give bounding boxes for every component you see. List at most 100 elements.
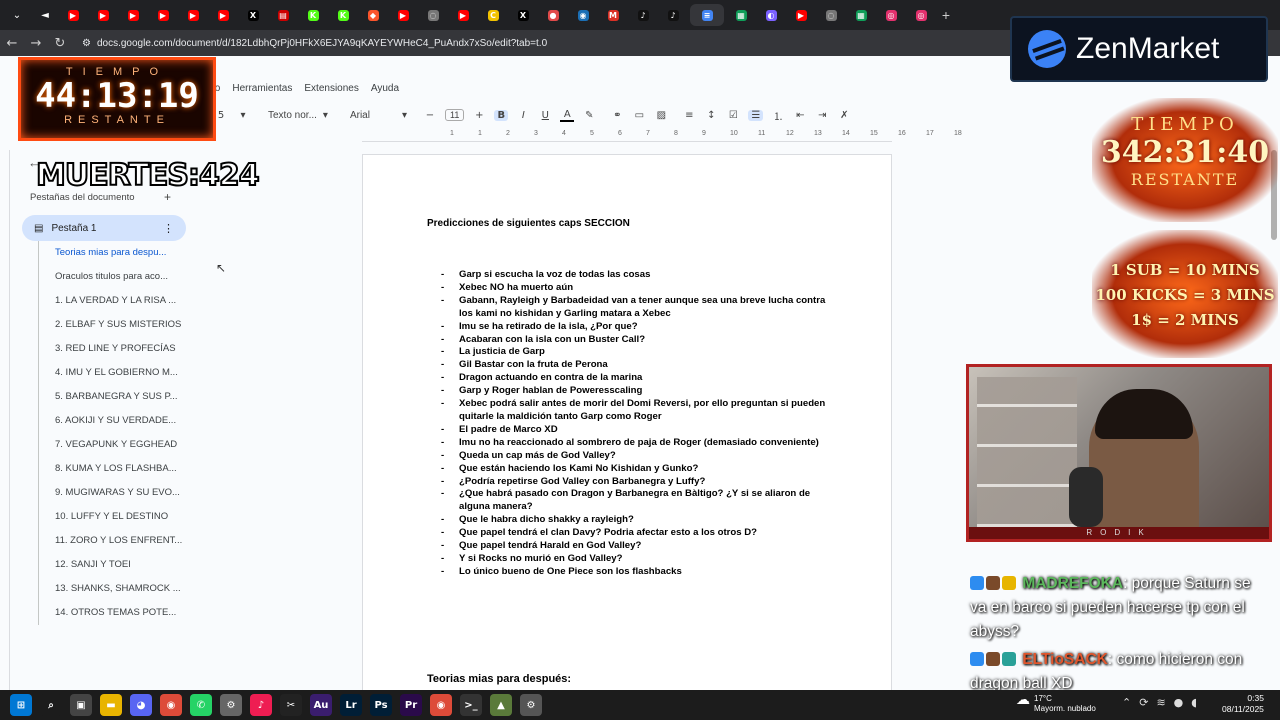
browser-tab[interactable]: M [600, 4, 626, 26]
browser-tab[interactable]: ▶ [90, 4, 116, 26]
browser-tab[interactable]: ♪ [660, 4, 686, 26]
text-color-icon[interactable]: A [560, 109, 575, 122]
bulleted-list-icon[interactable]: ☰ [748, 109, 764, 121]
list-item[interactable]: Garp y Roger hablan de Poweresscaling [441, 385, 841, 398]
taskbar-terminal-icon[interactable]: >_ [460, 694, 482, 716]
outline-item[interactable]: 4. IMU Y EL GOBIERNO M... [39, 361, 188, 385]
decrease-font-icon[interactable]: − [423, 110, 437, 121]
browser-tab[interactable]: ● [540, 4, 566, 26]
bold-button[interactable]: B [494, 109, 509, 121]
zoom-fragment[interactable]: 5 [214, 110, 228, 121]
list-item[interactable]: Acabaran con la isla con un Buster Call? [441, 334, 841, 347]
comment-icon[interactable]: ▭ [632, 110, 646, 121]
outline-item[interactable]: 12. SANJI Y TOEI [39, 553, 188, 577]
url-field[interactable]: ⚙ docs.google.com/document/d/182LdbhQrPj… [82, 38, 547, 49]
browser-tab[interactable]: ▤ [270, 4, 296, 26]
chevron-up-icon[interactable]: ⌃ [1122, 696, 1131, 709]
browser-tab[interactable]: ◉ [570, 4, 596, 26]
style-select[interactable]: Texto nor... ▾ [268, 110, 328, 121]
clear-format-icon[interactable]: ✗ [837, 110, 851, 121]
taskbar-settings-icon[interactable]: ⚙ [520, 694, 542, 716]
back-icon[interactable]: ← [0, 36, 24, 51]
decrease-indent-icon[interactable]: ⇤ [793, 110, 807, 121]
clock[interactable]: 0:35 08/11/2025 [1222, 693, 1264, 715]
taskbar-game-icon[interactable]: ▲ [490, 694, 512, 716]
browser-tab[interactable]: ▶ [210, 4, 236, 26]
more-vert-icon[interactable]: ⋮ [163, 222, 174, 235]
list-item[interactable]: ¿Que habrá pasado con Dragon y Barbanegr… [441, 488, 841, 514]
site-info-icon[interactable]: ⚙ [82, 38, 91, 49]
list-item[interactable]: La justicia de Garp [441, 346, 841, 359]
list-item[interactable]: Imu se ha retirado de la isla, ¿Por que? [441, 321, 841, 334]
browser-tab[interactable]: ≡ [690, 4, 724, 26]
chevron-down-icon[interactable]: ▾ [236, 110, 250, 121]
tab-pestana-1[interactable]: ▤ Pestaña 1 ⋮ [22, 215, 186, 241]
browser-tab[interactable]: X [240, 4, 266, 26]
taskbar-audition-icon[interactable]: Au [310, 694, 332, 716]
list-item[interactable]: Gil Bastar con la fruta de Perona [441, 359, 841, 372]
browser-tab[interactable]: K [300, 4, 326, 26]
list-item[interactable]: Que le habra dicho shakky a rayleigh? [441, 514, 841, 527]
outline-item[interactable]: 11. ZORO Y LOS ENFRENT... [39, 529, 188, 553]
vertical-ruler[interactable] [0, 150, 10, 690]
browser-tab[interactable]: ♪ [630, 4, 656, 26]
browser-tab[interactable]: K [330, 4, 356, 26]
list-item[interactable]: El padre de Marco XD [441, 424, 841, 437]
browser-tab[interactable]: ◌ [818, 4, 844, 26]
italic-button[interactable]: I [516, 110, 530, 121]
list-item[interactable]: Garp si escucha la voz de todas las cosa… [441, 269, 841, 282]
list-item[interactable]: Que papel tendrá el clan Davy? Podria af… [441, 527, 841, 540]
outline-item[interactable]: 6. AOKIJI Y SU VERDADE... [39, 409, 188, 433]
list-item[interactable]: Lo único bueno de One Piece son los flas… [441, 566, 841, 579]
list-item[interactable]: ¿Podría repetirse God Valley con Barbane… [441, 476, 841, 489]
menu-help[interactable]: Ayuda [371, 83, 399, 94]
browser-tab[interactable]: ▶ [180, 4, 206, 26]
reload-icon[interactable]: ↻ [48, 36, 72, 51]
browser-tab[interactable]: X [510, 4, 536, 26]
document-page[interactable]: Predicciones de siguientes caps SECCION … [362, 154, 892, 694]
link-icon[interactable]: ⚭ [610, 110, 624, 121]
browser-tab[interactable]: ▶ [450, 4, 476, 26]
outline-item[interactable]: 2. ELBAF Y SUS MISTERIOS [39, 313, 188, 337]
checklist-icon[interactable]: ☑ [726, 110, 740, 121]
taskbar-chrome-icon[interactable]: ◉ [160, 694, 182, 716]
taskbar-search-icon[interactable]: ⌕ [40, 694, 62, 716]
browser-tab[interactable]: ▶ [150, 4, 176, 26]
highlight-icon[interactable]: ✎ [582, 110, 596, 121]
line-spacing-icon[interactable]: ↕ [704, 110, 718, 121]
taskbar-discord-icon[interactable]: ◕ [130, 694, 152, 716]
browser-tab[interactable]: ▦ [728, 4, 754, 26]
browser-tab[interactable]: ◎ [878, 4, 904, 26]
sync-icon[interactable]: ⟳ [1139, 696, 1148, 709]
browser-tab[interactable]: ▶ [788, 4, 814, 26]
volume-icon[interactable]: ◖ [1191, 696, 1197, 709]
list-item[interactable]: Gabann, Rayleigh y Barbadeidad van a ten… [441, 295, 841, 321]
browser-tab[interactable]: ▶ [120, 4, 146, 26]
underline-button[interactable]: U [538, 110, 552, 121]
browser-tab[interactable]: ▦ [848, 4, 874, 26]
outline-item[interactable]: 8. KUMA Y LOS FLASHBA... [39, 457, 188, 481]
browser-tab[interactable]: ▶ [60, 4, 86, 26]
mute-icon[interactable]: ◄ [32, 4, 58, 26]
list-item[interactable]: Que papel tendrá Harald en God Valley? [441, 540, 841, 553]
list-item[interactable]: Que están haciendo los Kami No Kishidan … [441, 463, 841, 476]
taskbar-premiere-icon[interactable]: Pr [400, 694, 422, 716]
outline-item[interactable]: 1. LA VERDAD Y LA RISA ... [39, 289, 188, 313]
image-icon[interactable]: ▨ [654, 110, 668, 121]
list-item[interactable]: Xebec NO ha muerto aún [441, 282, 841, 295]
list-item[interactable]: Imu no ha reaccionado al sombrero de paj… [441, 437, 841, 450]
list-item[interactable]: Queda un cap más de God Valley? [441, 450, 841, 463]
outline-item[interactable]: 9. MUGIWARAS Y SU EVO... [39, 481, 188, 505]
outline-item[interactable]: 13. SHANKS, SHAMROCK ... [39, 577, 188, 601]
outline-item[interactable]: 7. VEGAPUNK Y EGGHEAD [39, 433, 188, 457]
align-icon[interactable]: ≡ [682, 110, 696, 121]
font-select[interactable]: Arial ▾ [350, 110, 407, 121]
increase-indent-icon[interactable]: ⇥ [815, 110, 829, 121]
taskbar-chrome-active-icon[interactable]: ◉ [430, 694, 452, 716]
outline-item[interactable]: 10. LUFFY Y EL DESTINO [39, 505, 188, 529]
taskbar-photoshop-icon[interactable]: Ps [370, 694, 392, 716]
outline-item[interactable]: 5. BARBANEGRA Y SUS P... [39, 385, 188, 409]
taskbar-files-icon[interactable]: ▬ [100, 694, 122, 716]
increase-font-icon[interactable]: + [472, 110, 486, 121]
browser-tab[interactable]: C [480, 4, 506, 26]
